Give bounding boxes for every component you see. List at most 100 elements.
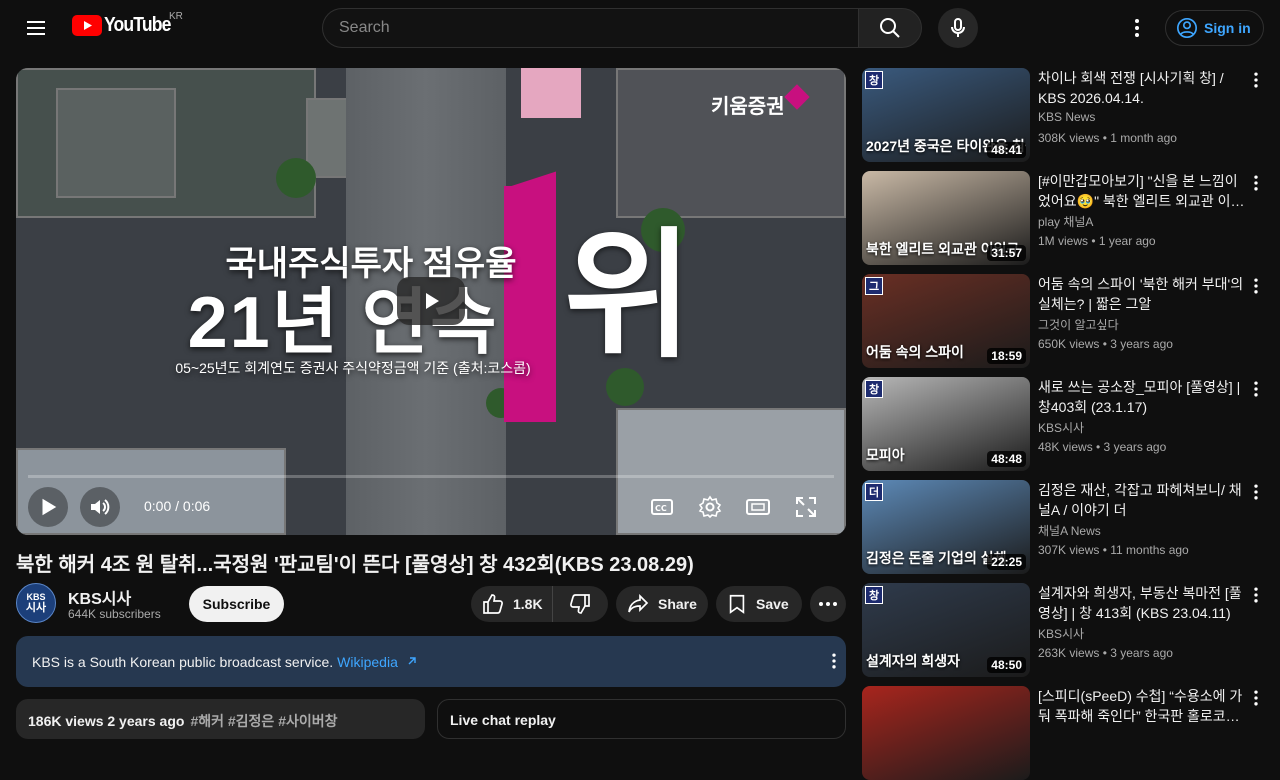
vertical-dots-icon	[832, 653, 836, 669]
voice-search-button[interactable]	[938, 8, 978, 48]
wikipedia-link[interactable]: Wikipedia	[337, 654, 418, 670]
recommended-video-meta: 650K views • 3 years ago	[1038, 337, 1173, 351]
overlay-footnote: 05~25년도 회계연도 증권사 주식약정금액 기준 (출처:코스콤)	[175, 360, 531, 376]
logo-text: YouTube	[104, 14, 171, 36]
video-duration: 31:57	[987, 245, 1026, 261]
video-thumbnail[interactable]: 그 어둠 속의 스파이 18:59	[862, 274, 1030, 368]
like-button[interactable]: 1.8K	[471, 586, 553, 622]
bookmark-icon	[729, 594, 745, 614]
recommended-video-title[interactable]: 새로 쓰는 공소장_모피아 [풀영상] | 창403회 (23.1.17)	[1038, 377, 1246, 417]
play-button[interactable]	[28, 487, 68, 527]
avatar-line1: KBS	[26, 591, 46, 602]
recommended-channel-name[interactable]: KBS시사	[1038, 625, 1084, 642]
like-count: 1.8K	[513, 596, 543, 612]
captions-button[interactable]: CC	[642, 490, 682, 524]
video-thumbnail[interactable]: 창2027년 중국은 타이완을 침공할까?48:41	[862, 68, 1030, 162]
fullscreen-button[interactable]	[786, 490, 826, 524]
vertical-dots-icon	[1254, 484, 1258, 500]
recommended-more-button[interactable]	[1244, 480, 1268, 504]
video-thumbnail[interactable]	[862, 686, 1030, 780]
video-thumbnail[interactable]: 창 모피아 48:48	[862, 377, 1030, 471]
recommended-video[interactable]: [스피디(sPeeD) 수첩] “수용소에 가둬 폭파해 죽인다” 한국판 홀로…	[862, 686, 1272, 780]
vertical-dots-icon	[1254, 278, 1258, 294]
recommended-more-button[interactable]	[1244, 274, 1268, 298]
info-more-button[interactable]	[822, 649, 846, 673]
country-code: KR	[169, 11, 183, 22]
recommended-video[interactable]: 창2027년 중국은 타이완을 침공할까?48:41차이나 회색 전쟁 [시사기…	[862, 68, 1272, 162]
views-date: 186K views 2 years ago	[28, 713, 185, 729]
vertical-dots-icon	[1254, 175, 1258, 191]
sign-in-button[interactable]: Sign in	[1165, 10, 1264, 46]
center-play-button[interactable]	[397, 277, 465, 325]
share-label: Share	[658, 596, 697, 612]
mute-button[interactable]	[80, 487, 120, 527]
recommended-video-meta: 308K views • 1 month ago	[1038, 131, 1177, 145]
play-icon	[426, 293, 439, 309]
chat-label: Live chat replay	[450, 712, 556, 728]
subscribe-button[interactable]: Subscribe	[189, 586, 284, 622]
vertical-dots-icon	[1254, 72, 1258, 88]
recommended-more-button[interactable]	[1244, 68, 1268, 92]
horizontal-dots-icon	[819, 602, 837, 606]
recommended-video[interactable]: 더 김정은 돈줄 기업의 실체 22:25 김정은 재산, 각잡고 파헤쳐보니/ 채널…	[862, 480, 1272, 574]
info-panel: KBS is a South Korean public broadcast s…	[16, 636, 846, 687]
description-box[interactable]: 186K views 2 years ago #해커 #김정은 #사이버창	[16, 699, 425, 739]
search-button[interactable]	[858, 8, 922, 48]
recommended-video[interactable]: 창 모피아 48:48 새로 쓰는 공소장_모피아 [풀영상] | 창403회 (23…	[862, 377, 1272, 471]
vertical-dots-icon	[1254, 587, 1258, 603]
video-player[interactable]: 국내주식투자 점유율 21년 연속 위 05~25년도 회계연도 증권사 주식약…	[16, 68, 846, 535]
recommended-channel-name[interactable]: 그것이 알고싶다	[1038, 316, 1119, 333]
recommended-video-title[interactable]: 차이나 회색 전쟁 [시사기획 창] / KBS 2026.04.14.	[1038, 68, 1246, 108]
more-actions-button[interactable]	[810, 586, 846, 622]
recommended-video[interactable]: 북한 엘리트 외교관 이일규 31:57 [#이만갑모아보기] "신을 본 느낌이었…	[862, 171, 1272, 265]
dislike-button[interactable]	[553, 586, 607, 622]
recommended-channel-name[interactable]: KBS News	[1038, 110, 1095, 124]
recommended-video[interactable]: 그 어둠 속의 스파이 18:59 어둠 속의 스파이 '북한 해커 부대'의 실체는…	[862, 274, 1272, 368]
video-duration: 22:25	[987, 554, 1026, 570]
recommended-channel-name[interactable]: play 채널A	[1038, 213, 1093, 230]
recommended-channel-name[interactable]: KBS시사	[1038, 419, 1084, 436]
time-display: 0:00 / 0:06	[144, 498, 211, 514]
channel-name[interactable]: KBS시사	[68, 585, 131, 609]
youtube-logo[interactable]: YouTube	[72, 14, 180, 37]
settings-more-button[interactable]	[1117, 8, 1157, 48]
video-thumbnail[interactable]: 더 김정은 돈줄 기업의 실체 22:25	[862, 480, 1030, 574]
save-button[interactable]: Save	[716, 586, 802, 622]
wikipedia-link-label: Wikipedia	[337, 653, 398, 670]
svg-text:CC: CC	[655, 504, 667, 513]
fullscreen-icon	[796, 497, 816, 517]
menu-button[interactable]	[16, 8, 56, 48]
channel-avatar[interactable]: KBS 시사	[16, 583, 56, 623]
play-icon	[42, 498, 57, 516]
recommended-more-button[interactable]	[1244, 377, 1268, 401]
vertical-dots-icon	[1254, 381, 1258, 397]
recommended-more-button[interactable]	[1244, 171, 1268, 195]
settings-button[interactable]	[690, 490, 730, 524]
thumbs-up-icon	[483, 594, 503, 614]
search-input[interactable]	[339, 19, 859, 37]
search-box[interactable]	[322, 8, 859, 48]
progress-bar[interactable]	[28, 475, 834, 478]
recommended-video[interactable]: 창 설계자의 희생자 48:50 설계자와 희생자, 부동산 복마전 [풀영상] | …	[862, 583, 1272, 677]
channel-badge: 더	[865, 483, 883, 501]
theater-mode-button[interactable]	[738, 490, 778, 524]
vertical-dots-icon	[1254, 690, 1258, 706]
recommended-more-button[interactable]	[1244, 686, 1268, 710]
channel-badge: 창	[865, 380, 883, 398]
recommended-video-title[interactable]: 설계자와 희생자, 부동산 복마전 [풀영상] | 창 413회 (KBS 23…	[1038, 583, 1246, 623]
share-button[interactable]: Share	[616, 586, 708, 622]
theater-icon	[746, 499, 770, 515]
recommended-more-button[interactable]	[1244, 583, 1268, 607]
video-thumbnail[interactable]: 북한 엘리트 외교관 이일규 31:57	[862, 171, 1030, 265]
recommended-video-title[interactable]: 어둠 속의 스파이 '북한 해커 부대'의 실체는? | 짧은 그알	[1038, 274, 1246, 314]
recommended-video-title[interactable]: [스피디(sPeeD) 수첩] “수용소에 가둬 폭파해 죽인다” 한국판 홀로…	[1038, 686, 1246, 726]
recommended-video-meta: 48K views • 3 years ago	[1038, 440, 1167, 454]
video-title: 북한 해커 4조 원 탈취...국정원 '판교팀'이 뜬다 [풀영상] 창 43…	[16, 554, 694, 576]
like-dislike-group: 1.8K	[471, 586, 608, 622]
recommended-video-title[interactable]: [#이만갑모아보기] "신을 본 느낌이었어요🥹" 북한 엘리트 외교관 이일규…	[1038, 171, 1246, 211]
channel-badge: 창	[865, 71, 883, 89]
video-thumbnail[interactable]: 창 설계자의 희생자 48:50	[862, 583, 1030, 677]
recommended-channel-name[interactable]: 채널A News	[1038, 522, 1101, 539]
live-chat-replay[interactable]: Live chat replay	[437, 699, 846, 739]
recommended-video-title[interactable]: 김정은 재산, 각잡고 파헤쳐보니/ 채널A / 이야기 더	[1038, 480, 1246, 520]
